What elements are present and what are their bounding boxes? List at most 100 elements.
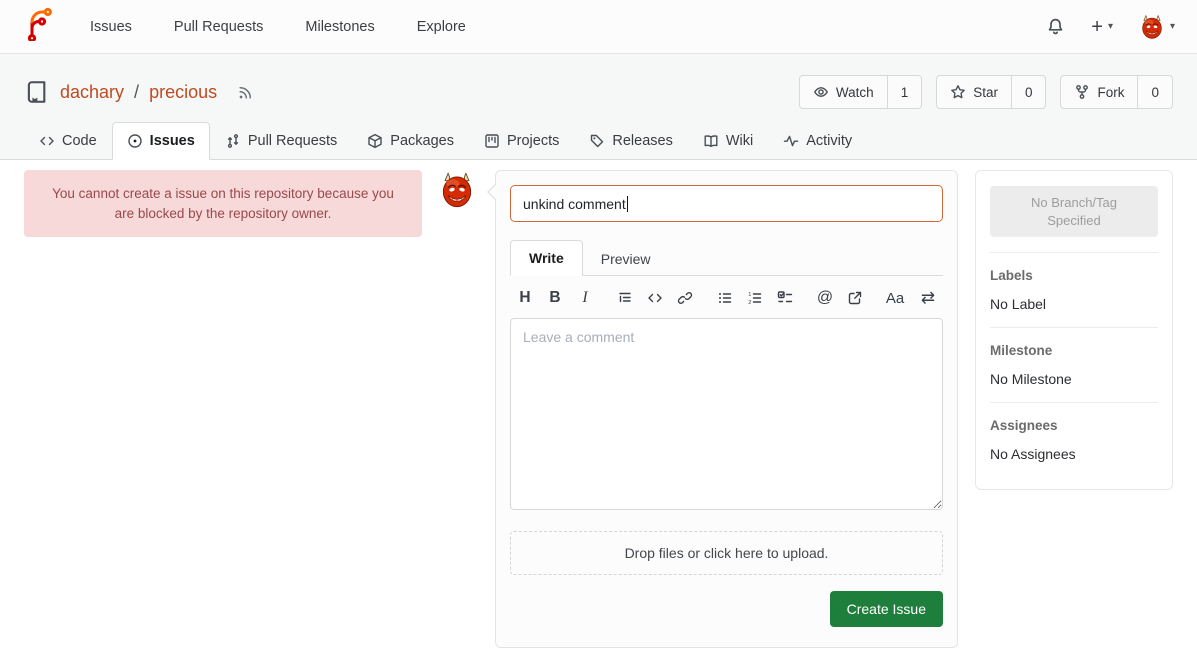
- notifications-button[interactable]: [1046, 17, 1065, 36]
- issue-icon: [127, 133, 143, 149]
- font-size-icon: Aa: [886, 290, 904, 307]
- switch-arrows-icon: ⇄: [921, 288, 935, 308]
- user-avatar: [1139, 14, 1165, 40]
- bell-icon: [1046, 17, 1065, 36]
- nav-milestones[interactable]: Milestones: [305, 19, 374, 35]
- fork-icon: [1074, 84, 1090, 100]
- star-count[interactable]: 0: [1011, 76, 1046, 108]
- book-icon: [703, 133, 719, 149]
- unordered-list-button[interactable]: [712, 286, 738, 310]
- link-button[interactable]: [672, 286, 698, 310]
- ordered-list-button[interactable]: 1 2: [742, 286, 768, 310]
- repo-owner-link[interactable]: dachary: [60, 82, 124, 103]
- issue-title-value: unkind comment: [523, 196, 626, 212]
- dropzone-label: Drop files or click here to upload.: [625, 545, 829, 561]
- bold-icon: B: [549, 289, 560, 307]
- nav-explore[interactable]: Explore: [417, 19, 466, 35]
- fork-button[interactable]: Fork: [1061, 76, 1137, 108]
- tab-activity[interactable]: Activity: [768, 122, 867, 160]
- main-content: You cannot create a issue on this reposi…: [0, 160, 1197, 664]
- italic-icon: I: [582, 289, 587, 307]
- chevron-down-icon: ▾: [1108, 21, 1113, 32]
- assignees-heading[interactable]: Assignees: [990, 418, 1158, 433]
- unordered-list-icon: [717, 290, 733, 306]
- star-button[interactable]: Star: [937, 76, 1011, 108]
- issue-sidebar: No Branch/Tag Specified Labels No Label …: [975, 170, 1173, 490]
- markdown-toolbar: H B I: [510, 276, 943, 318]
- reference-icon: [847, 290, 863, 306]
- labels-value: No Label: [990, 296, 1158, 312]
- repo-header: dachary / precious Watch: [0, 54, 1197, 160]
- tab-packages[interactable]: Packages: [352, 122, 469, 160]
- heading-button[interactable]: H: [512, 286, 538, 310]
- tab-code[interactable]: Code: [24, 122, 112, 160]
- tag-icon: [589, 133, 605, 149]
- pull-request-icon: [225, 133, 241, 149]
- plus-icon: +: [1091, 17, 1103, 37]
- tab-label: Releases: [612, 133, 672, 149]
- tab-projects[interactable]: Projects: [469, 122, 574, 160]
- fork-label: Fork: [1097, 85, 1124, 100]
- blocked-alert: You cannot create a issue on this reposi…: [24, 170, 422, 237]
- code-icon: [39, 133, 55, 149]
- milestone-heading[interactable]: Milestone: [990, 343, 1158, 358]
- divider: [990, 252, 1158, 253]
- tab-issues[interactable]: Issues: [112, 122, 210, 160]
- mention-button[interactable]: @: [812, 286, 838, 310]
- italic-button[interactable]: I: [572, 286, 598, 310]
- svg-text:1: 1: [748, 292, 751, 298]
- tab-label: Code: [62, 133, 97, 149]
- text-cursor: [627, 196, 628, 212]
- labels-heading[interactable]: Labels: [990, 268, 1158, 283]
- create-issue-button[interactable]: Create Issue: [830, 591, 943, 627]
- forgejo-logo-icon: [22, 7, 56, 41]
- tab-preview[interactable]: Preview: [583, 242, 669, 276]
- nav-issues[interactable]: Issues: [90, 19, 132, 35]
- user-menu[interactable]: ▾: [1139, 14, 1175, 40]
- nav-pull-requests[interactable]: Pull Requests: [174, 19, 263, 35]
- branch-select-button[interactable]: No Branch/Tag Specified: [990, 186, 1158, 237]
- repo-title: dachary / precious: [24, 79, 254, 105]
- file-dropzone[interactable]: Drop files or click here to upload.: [510, 531, 943, 575]
- milestone-value: No Milestone: [990, 371, 1158, 387]
- repo-name-link[interactable]: precious: [149, 82, 217, 103]
- watch-count[interactable]: 1: [887, 76, 922, 108]
- tab-label: Packages: [390, 133, 454, 149]
- star-label: Star: [973, 85, 998, 100]
- forgejo-logo[interactable]: [22, 7, 56, 46]
- editor-tabs: Write Preview: [510, 240, 943, 276]
- tab-label: Pull Requests: [248, 133, 337, 149]
- reference-button[interactable]: [842, 286, 868, 310]
- watch-label: Watch: [836, 85, 874, 100]
- tab-pull-requests[interactable]: Pull Requests: [210, 122, 352, 160]
- task-list-button[interactable]: [772, 286, 798, 310]
- rss-feed-button[interactable]: [237, 84, 254, 101]
- fork-count[interactable]: 0: [1137, 76, 1172, 108]
- tab-label: Projects: [507, 133, 559, 149]
- fork-button-group: Fork 0: [1060, 75, 1173, 109]
- switch-editor-button[interactable]: ⇄: [915, 286, 941, 310]
- tab-label: Issues: [150, 133, 195, 149]
- link-icon: [677, 290, 693, 306]
- font-size-button[interactable]: Aa: [879, 286, 911, 310]
- tab-write[interactable]: Write: [510, 240, 583, 276]
- task-list-icon: [777, 290, 793, 306]
- quote-button[interactable]: [612, 286, 638, 310]
- code-button[interactable]: [642, 286, 668, 310]
- tab-label: Wiki: [726, 133, 753, 149]
- quote-icon: [617, 290, 633, 306]
- divider: [990, 402, 1158, 403]
- assignees-value: No Assignees: [990, 446, 1158, 462]
- watch-button[interactable]: Watch: [800, 76, 887, 108]
- star-icon: [950, 84, 966, 100]
- milestone-section: Milestone No Milestone: [990, 343, 1158, 387]
- issue-title-input[interactable]: unkind comment: [510, 185, 943, 222]
- tab-releases[interactable]: Releases: [574, 122, 687, 160]
- tab-wiki[interactable]: Wiki: [688, 122, 768, 160]
- bold-button[interactable]: B: [542, 286, 568, 310]
- labels-section: Labels No Label: [990, 268, 1158, 312]
- project-board-icon: [484, 133, 500, 149]
- comment-textarea[interactable]: [510, 318, 943, 510]
- tab-label: Activity: [806, 133, 852, 149]
- create-new-menu[interactable]: + ▾: [1091, 17, 1113, 37]
